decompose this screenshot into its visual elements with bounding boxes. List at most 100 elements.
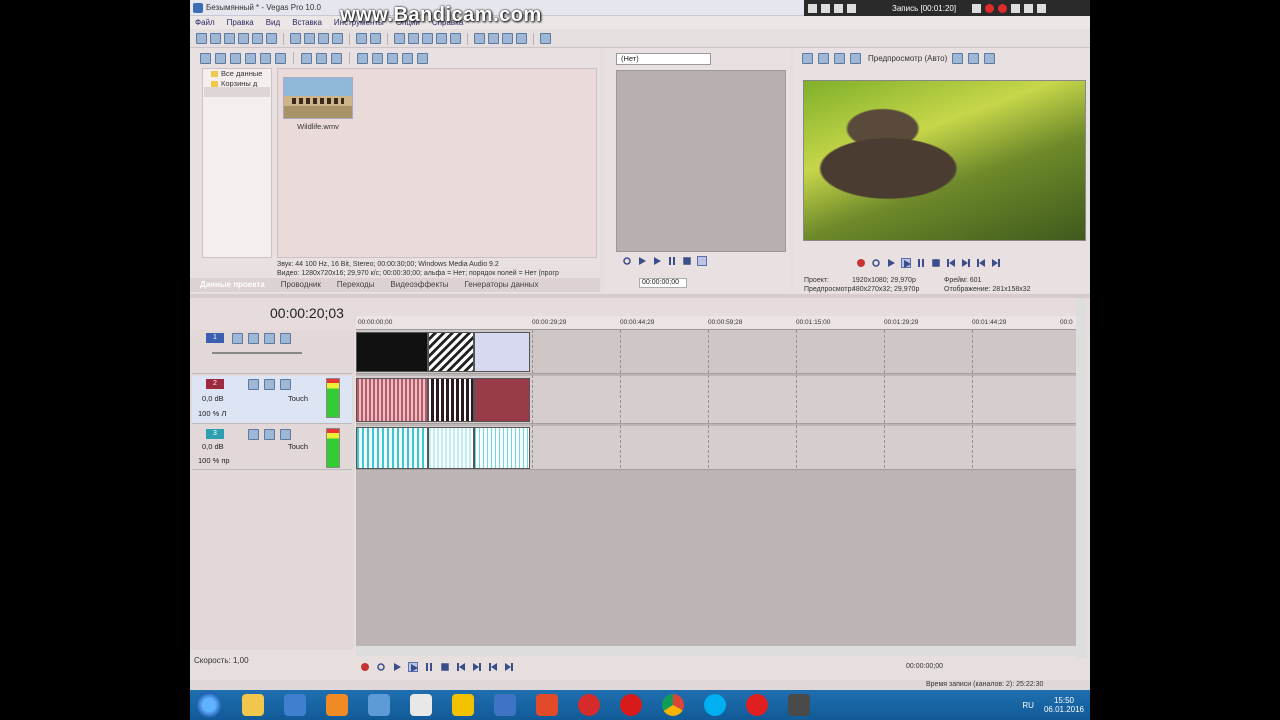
audio-clip[interactable] <box>356 427 428 469</box>
stop-icon[interactable] <box>932 259 940 267</box>
refresh-icon[interactable] <box>331 52 342 64</box>
normal-edit-tool-icon[interactable] <box>474 33 485 44</box>
audio-clip[interactable] <box>474 378 530 422</box>
capture-icon[interactable] <box>215 52 226 64</box>
pencil-icon[interactable] <box>972 3 982 13</box>
mute-icon[interactable] <box>280 379 291 390</box>
search-media-icon[interactable] <box>275 52 286 64</box>
tab-transitions[interactable]: Переходы <box>337 280 375 289</box>
snap-icon[interactable] <box>394 33 405 44</box>
auto-crossfade-icon[interactable] <box>408 33 419 44</box>
previous-frame-icon[interactable] <box>488 662 498 672</box>
audio-clip[interactable] <box>428 427 474 469</box>
record-icon[interactable] <box>985 3 995 13</box>
copy-icon[interactable] <box>304 33 315 44</box>
go-to-start-icon[interactable] <box>946 258 956 268</box>
render-icon[interactable] <box>252 33 263 44</box>
settings-icon[interactable] <box>821 3 830 13</box>
track-level-slider[interactable] <box>212 352 302 354</box>
timeline-vertical-scrollbar[interactable] <box>1076 298 1086 658</box>
language-indicator[interactable]: RU <box>1022 701 1034 710</box>
lock-envelopes-icon[interactable] <box>436 33 447 44</box>
bandicam-icon[interactable] <box>746 694 768 716</box>
tab-video-fx[interactable]: Видеоэффекты <box>390 280 448 289</box>
loop-icon[interactable] <box>872 259 880 267</box>
stop-icon[interactable] <box>441 663 449 671</box>
app-icon[interactable] <box>578 694 600 716</box>
menu-view[interactable]: Вид <box>266 18 280 27</box>
track-mode[interactable]: Touch <box>288 394 308 403</box>
opera-icon[interactable] <box>620 694 642 716</box>
delete-icon[interactable] <box>332 33 343 44</box>
go-to-start-icon[interactable] <box>456 662 466 672</box>
ripple-edit-icon[interactable] <box>422 33 433 44</box>
loop-icon[interactable] <box>623 257 631 265</box>
record-icon[interactable] <box>857 259 865 267</box>
tab-project-media[interactable]: Данные проекта <box>200 280 265 289</box>
pause-record-icon[interactable] <box>998 3 1008 13</box>
skype-icon[interactable] <box>704 694 726 716</box>
timeline-horizontal-scrollbar[interactable] <box>356 646 1076 656</box>
views-icon[interactable] <box>402 52 413 64</box>
arm-record-icon[interactable] <box>248 429 259 440</box>
cut-icon[interactable] <box>290 33 301 44</box>
undo-icon[interactable] <box>356 33 367 44</box>
camera-icon[interactable] <box>1011 3 1021 13</box>
clock[interactable]: 15:50 06.01.2016 <box>1044 696 1084 714</box>
selection-tool-icon[interactable] <box>502 33 513 44</box>
mute-icon[interactable] <box>264 333 275 344</box>
go-to-end-icon[interactable] <box>472 662 482 672</box>
pause-icon[interactable] <box>424 662 434 672</box>
video-clip[interactable] <box>428 332 474 372</box>
envelope-tool-icon[interactable] <box>488 33 499 44</box>
play-icon[interactable] <box>901 258 911 268</box>
arm-record-icon[interactable] <box>248 379 259 390</box>
audio-clip[interactable] <box>474 427 530 469</box>
stop-icon[interactable] <box>683 257 691 265</box>
track-motion-icon[interactable] <box>232 333 243 344</box>
menu-file[interactable]: Файл <box>195 18 215 27</box>
preview-properties-icon[interactable] <box>802 53 813 64</box>
menu-insert[interactable]: Вставка <box>292 18 322 27</box>
chrome-icon[interactable] <box>662 694 684 716</box>
loop-icon[interactable] <box>377 663 385 671</box>
fullscreen-icon[interactable] <box>847 3 856 13</box>
paste-icon[interactable] <box>318 33 329 44</box>
next-frame-icon[interactable] <box>504 662 514 672</box>
app-icon[interactable] <box>452 694 474 716</box>
save-icon[interactable] <box>224 33 235 44</box>
app-icon[interactable] <box>536 694 558 716</box>
search-icon[interactable] <box>834 3 843 13</box>
import-media-icon[interactable] <box>200 52 211 64</box>
tree-item-all-media[interactable]: Все данные <box>203 69 271 79</box>
search-icon[interactable] <box>417 52 428 64</box>
track-fx-icon[interactable] <box>264 429 275 440</box>
pause-icon[interactable] <box>667 256 677 266</box>
open-icon[interactable] <box>210 33 221 44</box>
new-project-icon[interactable] <box>196 33 207 44</box>
next-frame-icon[interactable] <box>991 258 1001 268</box>
tab-explorer[interactable]: Проводник <box>281 280 321 289</box>
media-item[interactable]: Wildlife.wmv <box>283 77 353 135</box>
properties-icon[interactable] <box>266 33 277 44</box>
play-from-start-icon[interactable] <box>886 258 896 268</box>
overlays-icon[interactable] <box>952 53 964 64</box>
stop-icon[interactable] <box>372 52 383 64</box>
media-fx-icon[interactable] <box>260 52 271 64</box>
trimmer-media-select[interactable]: (Нет) <box>616 53 711 65</box>
remove-unused-icon[interactable] <box>245 52 256 64</box>
tree-horizontal-scrollbar[interactable] <box>204 87 270 97</box>
audio-clip[interactable] <box>356 378 428 422</box>
timeline-tracks[interactable] <box>356 330 1076 650</box>
add-to-timeline-icon[interactable] <box>697 256 707 266</box>
previous-frame-icon[interactable] <box>976 258 986 268</box>
split-screen-icon[interactable] <box>850 53 861 64</box>
properties-icon[interactable] <box>316 52 327 64</box>
copy-snapshot-icon[interactable] <box>968 53 980 64</box>
play-icon[interactable] <box>357 52 368 64</box>
play-icon[interactable] <box>652 256 662 266</box>
track-header-audio-2[interactable]: 2 0,0 dB Touch 100 % Л <box>192 376 352 424</box>
app-icon[interactable] <box>494 694 516 716</box>
redo-icon[interactable] <box>370 33 381 44</box>
timeline-ruler[interactable]: 00:00:00;00 00:00:29;29 00:00:44;29 00:0… <box>356 316 1076 330</box>
